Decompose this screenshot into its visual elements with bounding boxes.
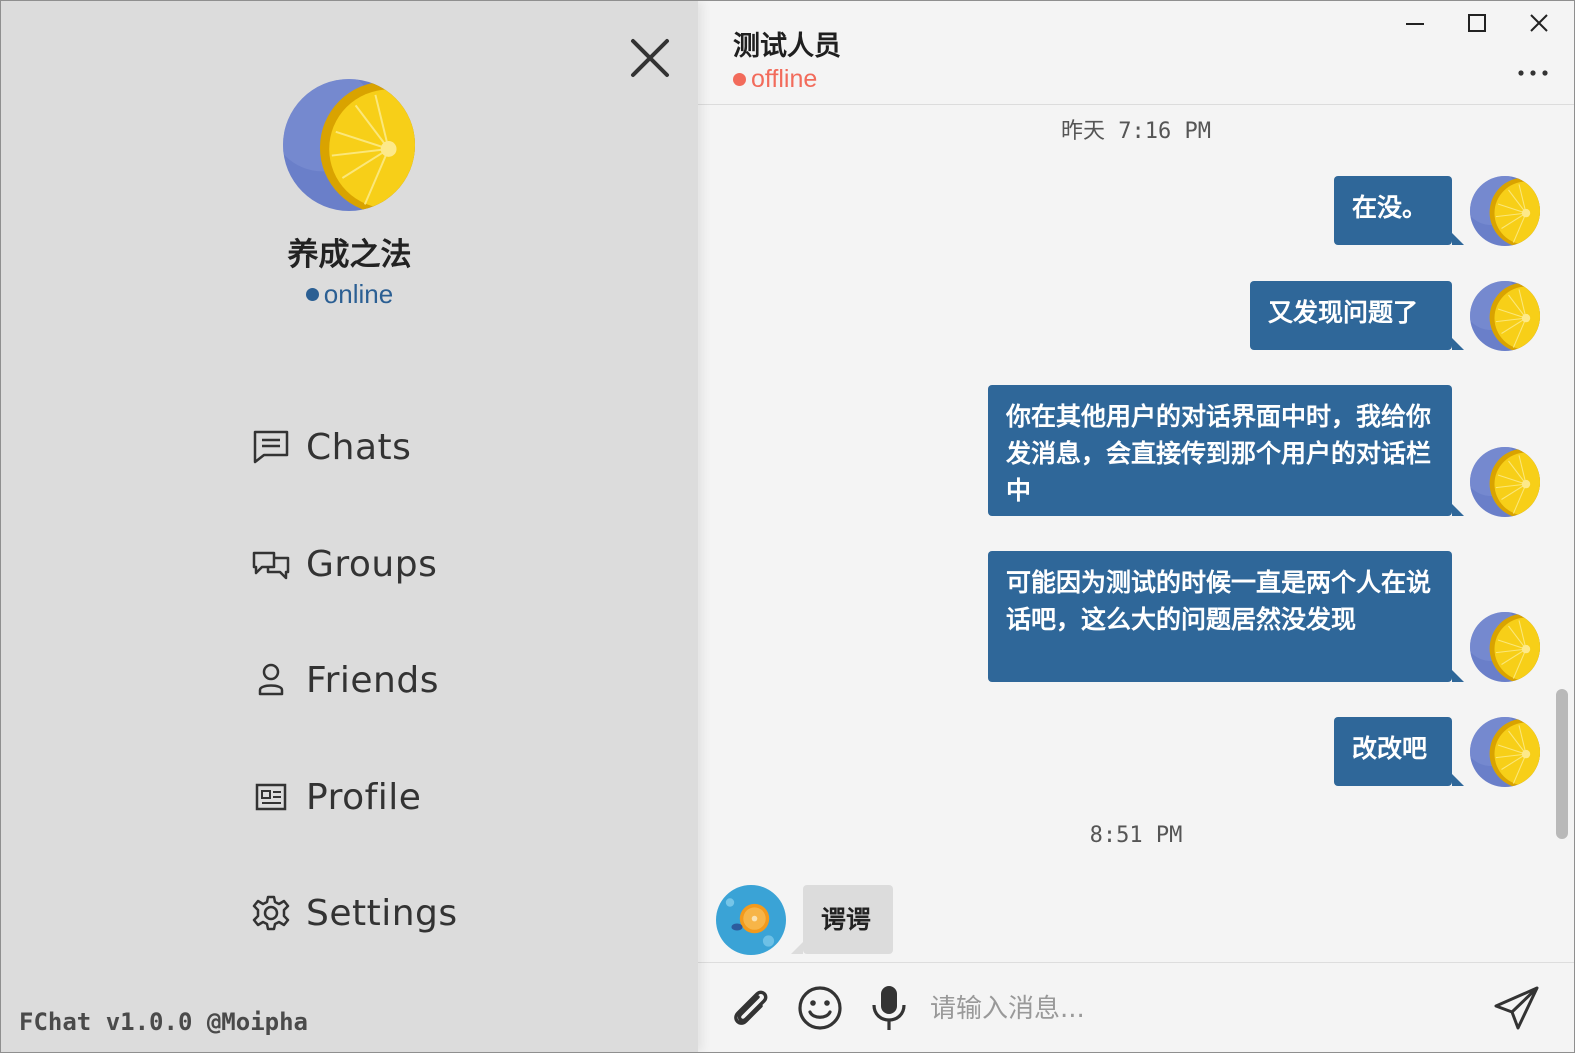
user-avatar[interactable] xyxy=(283,79,415,211)
message-text: 又发现问题了 xyxy=(1268,298,1419,327)
nav-item-label: Settings xyxy=(306,892,458,934)
user-name: 养成之法 xyxy=(287,237,412,273)
groups-icon xyxy=(251,544,291,584)
gear-icon xyxy=(251,893,291,933)
message-bubble-outgoing[interactable]: 在没。 xyxy=(1334,176,1464,245)
attachment-icon[interactable] xyxy=(724,981,778,1035)
chat-header: 测试人员 offline xyxy=(698,1,1574,105)
online-dot-icon xyxy=(305,288,319,301)
message-text: 在没。 xyxy=(1352,193,1428,222)
message-text: 可能因为测试的时候一直是两个人在说话吧，这么大的问题居然没发现 xyxy=(1006,568,1432,634)
contact-status: offline xyxy=(733,65,817,94)
nav-item-settings[interactable]: Settings xyxy=(251,885,458,941)
nav-item-profile[interactable]: Profile xyxy=(251,769,421,825)
message-bubble-outgoing[interactable]: 你在其他用户的对话界面中时，我给你发消息，会直接传到那个用户的对话栏中 xyxy=(988,385,1464,516)
contact-avatar[interactable] xyxy=(716,885,786,955)
message-bubble-outgoing[interactable]: 可能因为测试的时候一直是两个人在说话吧，这么大的问题居然没发现 xyxy=(988,551,1464,682)
side-drawer: 养成之法 online Chats Groups Friends Profile… xyxy=(1,1,698,1052)
message-text: 改改吧 xyxy=(1352,734,1428,763)
message-composer xyxy=(698,962,1574,1052)
nav-item-friends[interactable]: Friends xyxy=(251,652,439,708)
friend-icon xyxy=(251,660,291,700)
nav-item-label: Chats xyxy=(306,426,412,468)
nav-item-label: Profile xyxy=(306,776,422,818)
message-input[interactable] xyxy=(928,985,1452,1033)
nav-item-groups[interactable]: Groups xyxy=(251,536,437,592)
contact-status-text: offline xyxy=(751,65,818,93)
message-text: 你在其他用户的对话界面中时，我给你发消息，会直接传到那个用户的对话栏中 xyxy=(1006,402,1432,505)
send-icon[interactable] xyxy=(1490,981,1544,1035)
message-timestamp: 8:51 PM xyxy=(1089,823,1183,848)
app-version: FChat v1.0.0 @Moipha xyxy=(19,1008,308,1036)
my-avatar[interactable] xyxy=(1470,612,1540,682)
microphone-icon[interactable] xyxy=(862,981,916,1035)
user-status: online xyxy=(1,279,698,310)
chat-icon xyxy=(251,427,291,467)
message-bubble-incoming[interactable]: 谔谔 xyxy=(791,885,893,954)
minimize-icon[interactable] xyxy=(1400,9,1430,39)
message-timestamp: 昨天 7:16 PM xyxy=(1061,119,1211,144)
my-avatar[interactable] xyxy=(1470,447,1540,517)
window-close-icon[interactable] xyxy=(1524,9,1554,39)
maximize-icon[interactable] xyxy=(1462,9,1492,39)
message-bubble-outgoing[interactable]: 改改吧 xyxy=(1334,717,1464,786)
contact-name: 测试人员 xyxy=(733,31,841,62)
message-bubble-outgoing[interactable]: 又发现问题了 xyxy=(1250,281,1464,350)
nav-item-chats[interactable]: Chats xyxy=(251,419,411,475)
my-avatar[interactable] xyxy=(1470,281,1540,351)
app-window: 养成之法 online Chats Groups Friends Profile… xyxy=(0,0,1575,1053)
user-status-text: online xyxy=(323,279,394,309)
nav-item-label: Groups xyxy=(306,543,438,585)
message-text: 谔谔 xyxy=(821,905,872,934)
offline-dot-icon xyxy=(733,73,746,86)
my-avatar[interactable] xyxy=(1470,717,1540,787)
more-options-icon[interactable] xyxy=(1516,63,1550,83)
nav-item-label: Friends xyxy=(306,659,439,701)
chat-panel: 测试人员 offline 昨天 7:16 PM 在没。 又发现问题了 你在其他用… xyxy=(698,1,1574,1052)
my-avatar[interactable] xyxy=(1470,176,1540,246)
profile-icon xyxy=(251,777,291,817)
emoji-icon[interactable] xyxy=(793,981,847,1035)
close-drawer-icon[interactable] xyxy=(627,35,673,81)
chat-scrollbar[interactable] xyxy=(1556,689,1568,839)
